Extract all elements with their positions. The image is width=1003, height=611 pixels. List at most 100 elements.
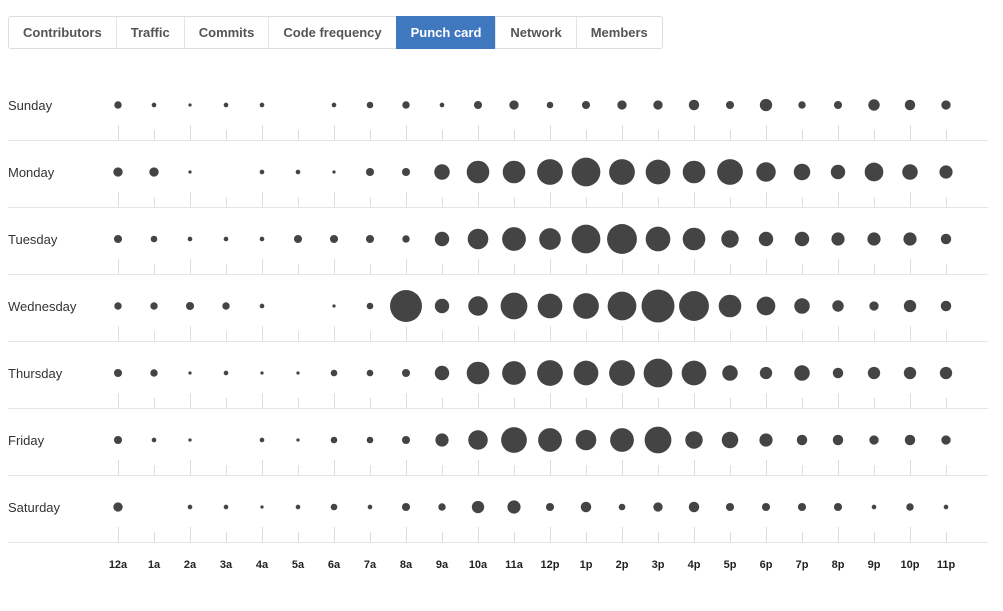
punch-dot-sunday-7p[interactable] (798, 101, 806, 109)
punch-dot-tuesday-9p[interactable] (867, 232, 881, 246)
punch-dot-wednesday-1a[interactable] (150, 302, 158, 310)
punch-dot-wednesday-3p[interactable] (641, 289, 675, 323)
punch-dot-wednesday-1p[interactable] (573, 293, 599, 319)
punch-dot-friday-3p[interactable] (644, 426, 672, 454)
punch-dot-saturday-7a[interactable] (367, 504, 373, 510)
tab-network[interactable]: Network (495, 17, 575, 48)
tab-members[interactable]: Members (575, 17, 662, 48)
punch-dot-friday-6a[interactable] (330, 436, 338, 444)
punch-dot-saturday-7p[interactable] (797, 502, 807, 512)
punch-dot-thursday-6a[interactable] (330, 369, 338, 377)
punch-dot-tuesday-2p[interactable] (607, 224, 637, 254)
punch-dot-sunday-11a[interactable] (509, 100, 519, 110)
punch-dot-friday-8p[interactable] (832, 434, 844, 446)
punch-dot-wednesday-6a[interactable] (332, 304, 336, 308)
punch-dot-tuesday-8p[interactable] (831, 232, 845, 246)
punch-dot-friday-8a[interactable] (401, 435, 411, 445)
punch-dot-thursday-6p[interactable] (759, 366, 773, 380)
tab-traffic[interactable]: Traffic (115, 17, 184, 48)
punch-dot-sunday-9a[interactable] (439, 102, 445, 108)
punch-dot-saturday-11a[interactable] (507, 500, 521, 514)
punch-dot-wednesday-12a[interactable] (114, 302, 122, 310)
punch-dot-tuesday-9a[interactable] (434, 231, 450, 247)
punch-dot-thursday-9a[interactable] (434, 365, 450, 381)
punch-dot-monday-11p[interactable] (939, 165, 953, 179)
punch-dot-thursday-5p[interactable] (722, 365, 738, 381)
punch-dot-sunday-3p[interactable] (653, 100, 663, 110)
punch-dot-friday-11a[interactable] (501, 427, 527, 453)
punch-dot-sunday-12p[interactable] (546, 101, 554, 109)
punch-dot-tuesday-10a[interactable] (467, 228, 489, 250)
punch-dot-sunday-11p[interactable] (941, 100, 951, 110)
punch-dot-sunday-10a[interactable] (473, 100, 483, 110)
punch-dot-wednesday-10a[interactable] (468, 296, 488, 316)
punch-dot-thursday-7a[interactable] (366, 369, 374, 377)
punch-dot-monday-7p[interactable] (793, 163, 811, 181)
punch-dot-thursday-10p[interactable] (903, 366, 917, 380)
punch-dot-tuesday-12a[interactable] (113, 234, 123, 244)
punch-dot-saturday-1p[interactable] (580, 501, 592, 513)
punch-dot-wednesday-10p[interactable] (903, 299, 917, 313)
punch-dot-sunday-4a[interactable] (259, 102, 265, 108)
punch-dot-tuesday-2a[interactable] (187, 236, 193, 242)
punch-dot-sunday-8a[interactable] (402, 101, 410, 109)
punch-dot-friday-4a[interactable] (259, 437, 265, 443)
punch-dot-monday-5p[interactable] (717, 159, 743, 185)
punch-dot-tuesday-11a[interactable] (502, 227, 526, 251)
tab-code-frequency[interactable]: Code frequency (268, 17, 395, 48)
punch-dot-saturday-5p[interactable] (725, 502, 735, 512)
punch-dot-friday-5a[interactable] (296, 438, 300, 442)
punch-dot-wednesday-7a[interactable] (366, 302, 374, 310)
punch-dot-tuesday-6a[interactable] (329, 234, 339, 244)
punch-dot-wednesday-8a[interactable] (390, 290, 422, 322)
punch-dot-friday-9a[interactable] (435, 433, 449, 447)
punch-dot-monday-10a[interactable] (466, 160, 490, 184)
punch-dot-sunday-9p[interactable] (868, 99, 880, 111)
punch-dot-friday-4p[interactable] (685, 431, 703, 449)
punch-dot-friday-9p[interactable] (869, 435, 879, 445)
punch-dot-tuesday-10p[interactable] (903, 232, 917, 246)
punch-dot-wednesday-4p[interactable] (679, 291, 709, 321)
punch-dot-friday-6p[interactable] (759, 433, 773, 447)
punch-dot-wednesday-11p[interactable] (940, 300, 952, 312)
punch-dot-friday-10a[interactable] (468, 430, 488, 450)
punch-dot-tuesday-6p[interactable] (758, 231, 774, 247)
punch-dot-monday-4p[interactable] (682, 160, 706, 184)
punch-dot-friday-2p[interactable] (610, 428, 634, 452)
punch-dot-sunday-4p[interactable] (688, 99, 700, 111)
punch-dot-tuesday-7a[interactable] (365, 234, 375, 244)
punch-dot-thursday-3a[interactable] (223, 370, 229, 376)
punch-dot-sunday-1a[interactable] (151, 102, 157, 108)
tab-punch-card[interactable]: Punch card (395, 16, 496, 49)
punch-dot-monday-6p[interactable] (756, 162, 776, 182)
punch-dot-thursday-11p[interactable] (939, 366, 953, 380)
punch-dot-tuesday-3p[interactable] (645, 226, 671, 252)
punch-dot-wednesday-9a[interactable] (434, 298, 450, 314)
punch-dot-thursday-12p[interactable] (537, 360, 563, 386)
punch-dot-saturday-6a[interactable] (330, 503, 338, 511)
punch-dot-thursday-3p[interactable] (643, 358, 673, 388)
tab-commits[interactable]: Commits (183, 17, 269, 48)
punch-dot-saturday-12a[interactable] (113, 502, 123, 512)
punch-dot-friday-5p[interactable] (721, 431, 739, 449)
punch-dot-sunday-10p[interactable] (904, 99, 916, 111)
punch-dot-saturday-9a[interactable] (438, 503, 446, 511)
punch-dot-tuesday-5p[interactable] (721, 230, 739, 248)
punch-dot-saturday-3p[interactable] (653, 502, 663, 512)
punch-dot-wednesday-4a[interactable] (259, 303, 265, 309)
punch-dot-wednesday-6p[interactable] (756, 296, 776, 316)
punch-dot-monday-11a[interactable] (502, 160, 526, 184)
punch-dot-thursday-9p[interactable] (867, 366, 881, 380)
punch-dot-saturday-8p[interactable] (833, 502, 843, 512)
punch-dot-sunday-1p[interactable] (581, 100, 591, 110)
punch-dot-saturday-6p[interactable] (761, 502, 771, 512)
punch-dot-monday-12p[interactable] (537, 159, 563, 185)
punch-dot-tuesday-5a[interactable] (293, 234, 303, 244)
punch-dot-wednesday-11a[interactable] (500, 292, 528, 320)
punch-dot-sunday-8p[interactable] (833, 100, 843, 110)
punch-dot-thursday-2a[interactable] (188, 371, 192, 375)
punch-dot-monday-8a[interactable] (401, 167, 411, 177)
punch-dot-wednesday-3a[interactable] (222, 302, 230, 310)
punch-dot-tuesday-11p[interactable] (940, 233, 952, 245)
punch-dot-thursday-12a[interactable] (113, 368, 123, 378)
